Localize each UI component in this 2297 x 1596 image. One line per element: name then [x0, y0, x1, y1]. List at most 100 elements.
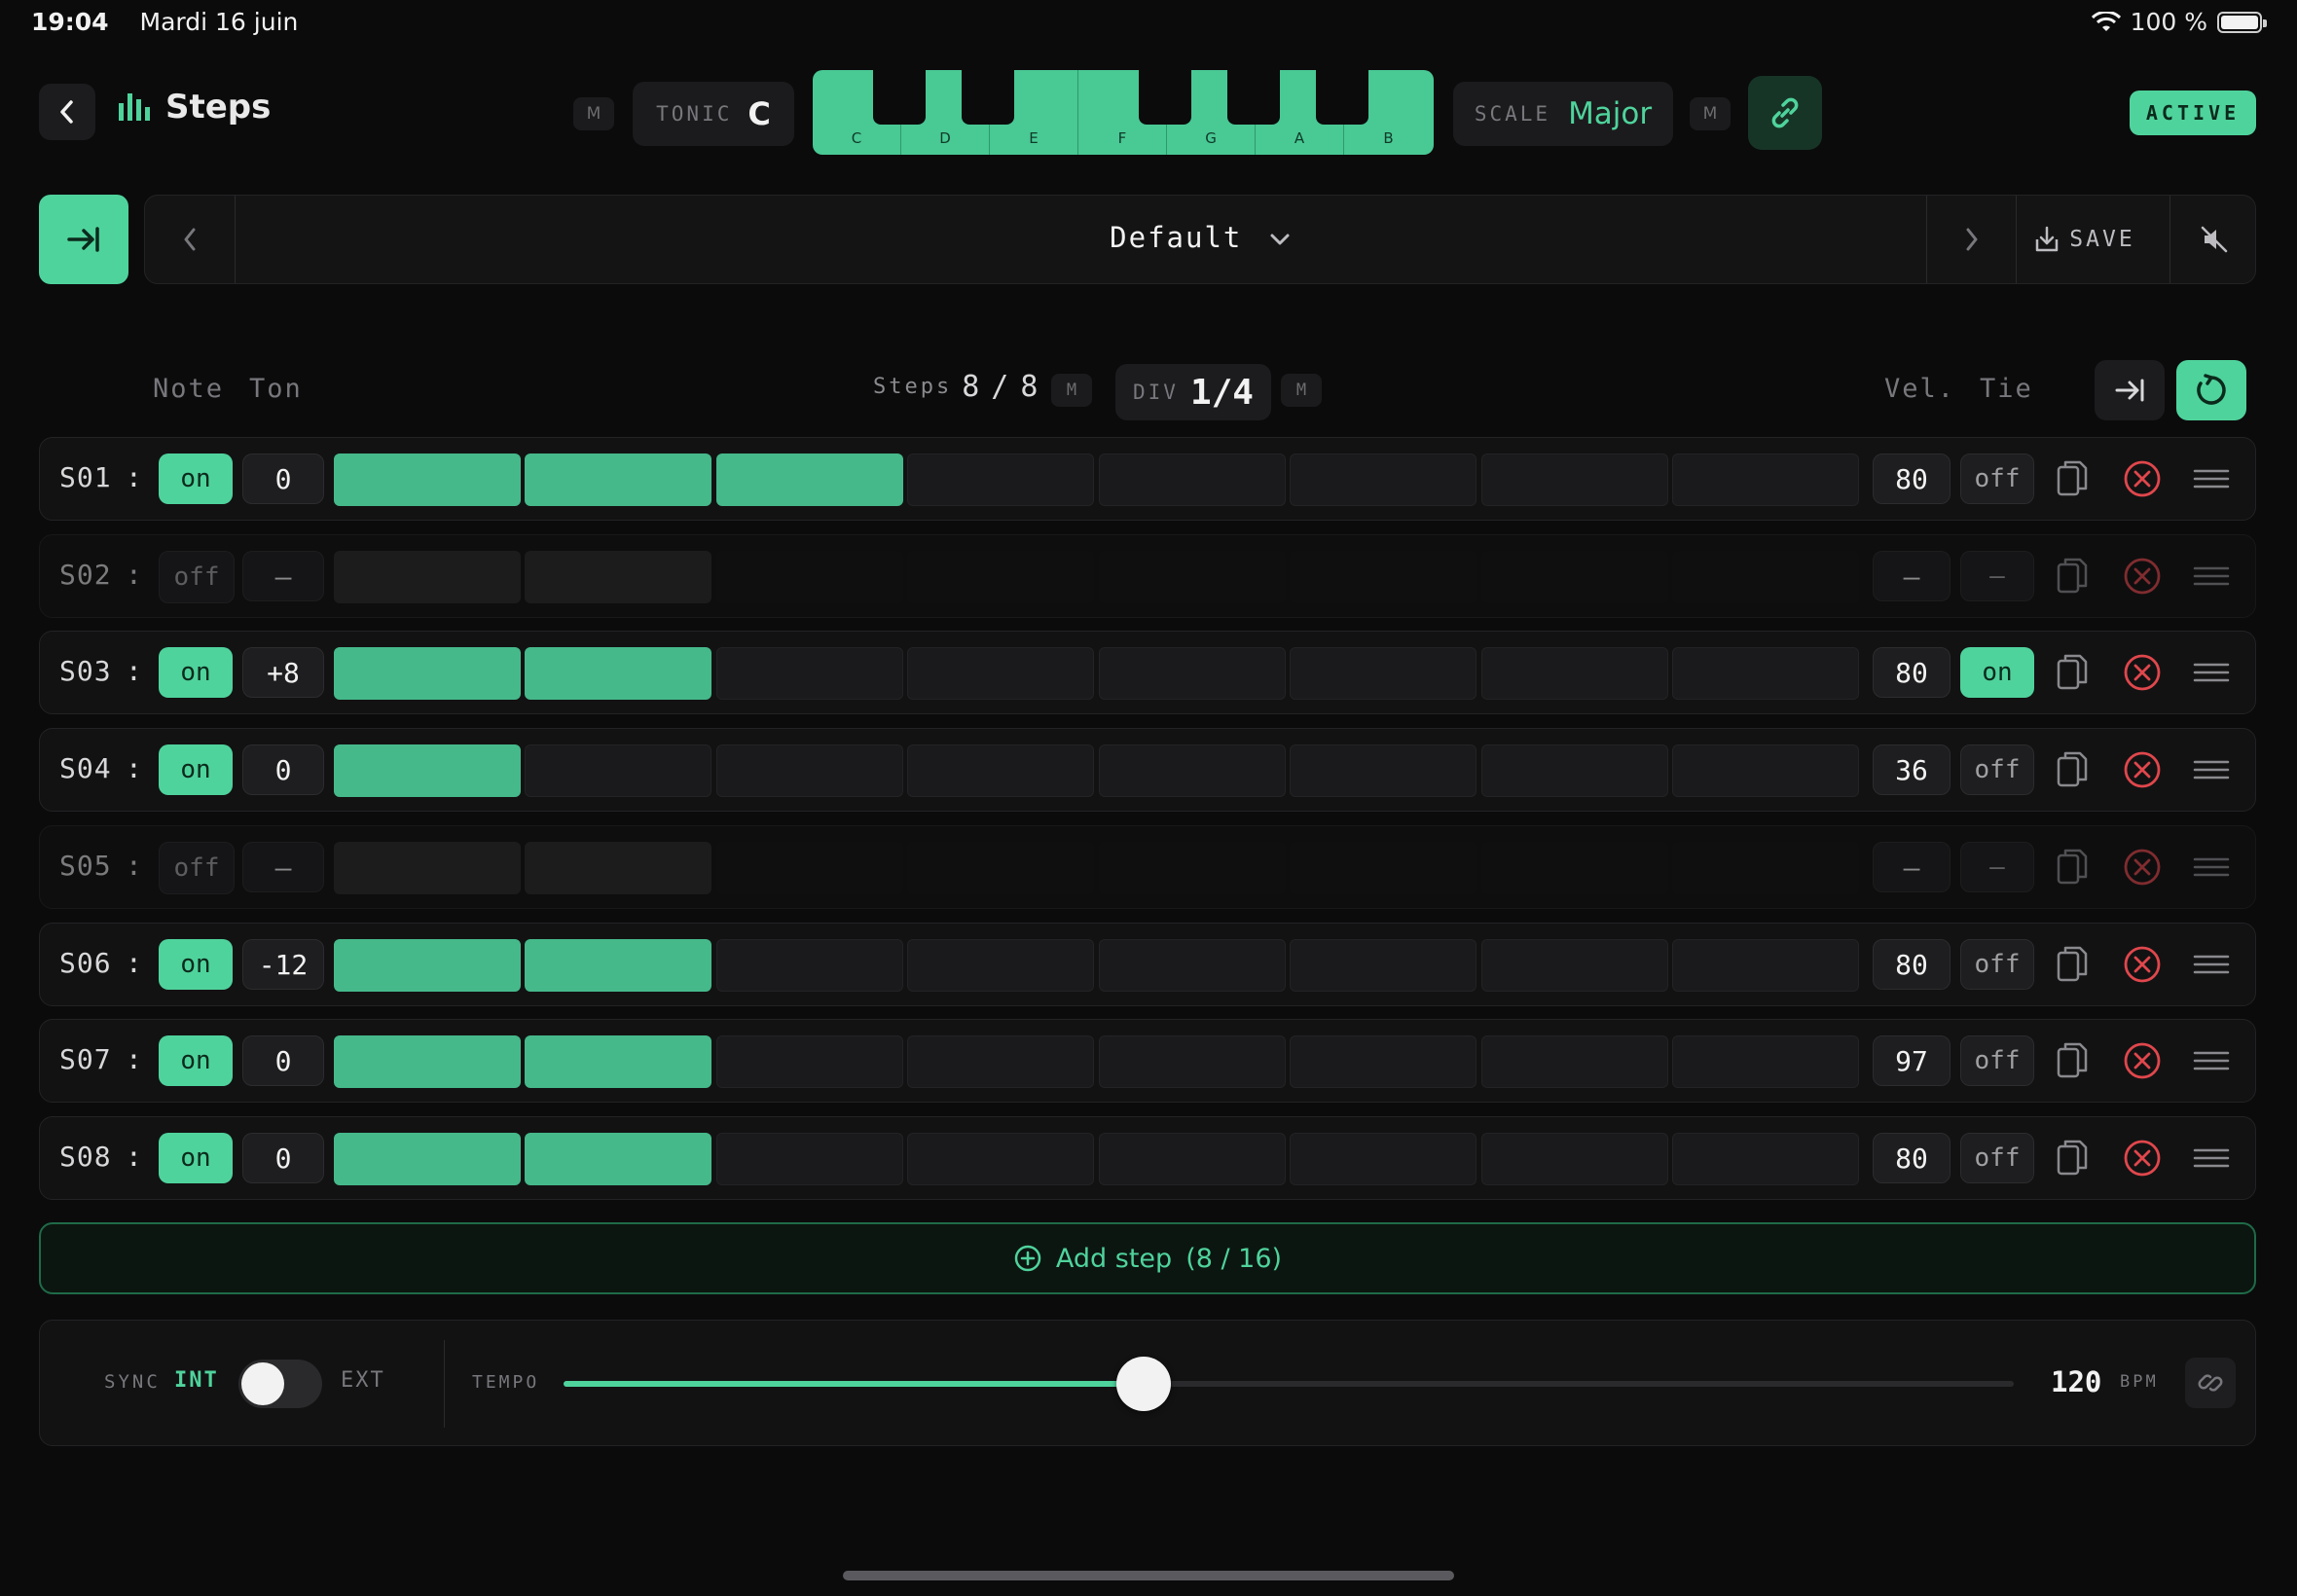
- step-on-toggle[interactable]: on: [159, 647, 233, 698]
- step-velocity[interactable]: –: [1873, 842, 1951, 892]
- tempo-link-button[interactable]: [2185, 1358, 2236, 1408]
- step-length-cell[interactable]: [1480, 1035, 1668, 1088]
- copy-icon[interactable]: [2055, 1137, 2090, 1181]
- drag-handle-icon[interactable]: [2193, 949, 2230, 980]
- scale-selector[interactable]: SCALE Major: [1453, 82, 1673, 146]
- step-length-cell[interactable]: [715, 551, 903, 603]
- step-length-bar[interactable]: [334, 1035, 1865, 1088]
- key-f-sharp[interactable]: [1139, 70, 1191, 125]
- add-step-button[interactable]: Add step (8 / 16): [39, 1222, 2256, 1294]
- sync-toggle[interactable]: [238, 1360, 322, 1408]
- step-tie-toggle[interactable]: off: [1960, 1133, 2034, 1183]
- step-length-cell[interactable]: [1480, 744, 1668, 797]
- step-length-cell[interactable]: [1672, 842, 1860, 894]
- status-badge[interactable]: ACTIVE: [2130, 91, 2256, 135]
- step-velocity[interactable]: –: [1873, 551, 1951, 601]
- step-length-cell[interactable]: [1672, 647, 1860, 700]
- step-length-cell[interactable]: [715, 1035, 903, 1088]
- delete-step-icon[interactable]: [2121, 1137, 2164, 1179]
- copy-icon[interactable]: [2055, 846, 2090, 890]
- delete-step-icon[interactable]: [2121, 651, 2164, 694]
- copy-icon[interactable]: [2055, 943, 2090, 988]
- step-length-cell[interactable]: [525, 842, 712, 894]
- step-length-cell[interactable]: [334, 744, 521, 797]
- step-length-cell[interactable]: [907, 1133, 1095, 1185]
- key-d-sharp[interactable]: [962, 70, 1014, 125]
- step-length-cell[interactable]: [1672, 744, 1860, 797]
- delete-step-icon[interactable]: [2121, 457, 2164, 500]
- step-length-bar[interactable]: [334, 1133, 1865, 1185]
- step-length-cell[interactable]: [525, 1035, 712, 1088]
- key-g-sharp[interactable]: [1227, 70, 1280, 125]
- tonic-selector[interactable]: TONIC C: [633, 82, 794, 146]
- jump-to-end-button[interactable]: [39, 195, 128, 284]
- step-length-cell[interactable]: [1098, 647, 1286, 700]
- step-ton-value[interactable]: 0: [242, 453, 324, 504]
- step-length-cell[interactable]: [907, 1035, 1095, 1088]
- step-velocity[interactable]: 80: [1873, 453, 1951, 504]
- div-mod-button[interactable]: M: [1281, 374, 1322, 407]
- step-length-cell[interactable]: [1290, 1035, 1477, 1088]
- copy-icon[interactable]: [2055, 1039, 2090, 1084]
- step-length-cell[interactable]: [334, 551, 521, 603]
- step-length-cell[interactable]: [334, 842, 521, 894]
- step-length-cell[interactable]: [1480, 647, 1668, 700]
- step-length-cell[interactable]: [1290, 939, 1477, 992]
- step-length-cell[interactable]: [1672, 1133, 1860, 1185]
- step-length-cell[interactable]: [1672, 1035, 1860, 1088]
- step-length-cell[interactable]: [525, 453, 712, 506]
- delete-step-icon[interactable]: [2121, 555, 2164, 598]
- step-tie-toggle[interactable]: off: [1960, 939, 2034, 990]
- step-length-bar[interactable]: [334, 939, 1865, 992]
- mute-button[interactable]: [2169, 196, 2258, 283]
- drag-handle-icon[interactable]: [2193, 754, 2230, 785]
- step-length-bar[interactable]: [334, 842, 1865, 894]
- step-length-cell[interactable]: [1290, 744, 1477, 797]
- step-length-cell[interactable]: [334, 939, 521, 992]
- step-ton-value[interactable]: 0: [242, 1133, 324, 1183]
- copy-icon[interactable]: [2055, 555, 2090, 599]
- step-ton-value[interactable]: –: [242, 842, 324, 892]
- step-tie-toggle[interactable]: on: [1960, 647, 2034, 698]
- step-length-cell[interactable]: [1290, 551, 1477, 603]
- drag-handle-icon[interactable]: [2193, 657, 2230, 688]
- step-length-cell[interactable]: [334, 647, 521, 700]
- step-on-toggle[interactable]: on: [159, 939, 233, 990]
- tempo-slider[interactable]: [564, 1381, 2014, 1387]
- step-ton-value[interactable]: 0: [242, 744, 324, 795]
- step-length-cell[interactable]: [525, 1133, 712, 1185]
- step-length-bar[interactable]: [334, 647, 1865, 700]
- step-length-cell[interactable]: [907, 939, 1095, 992]
- step-length-cell[interactable]: [1098, 1035, 1286, 1088]
- step-length-cell[interactable]: [1672, 453, 1860, 506]
- step-length-cell[interactable]: [907, 744, 1095, 797]
- step-length-cell[interactable]: [715, 1133, 903, 1185]
- delete-step-icon[interactable]: [2121, 748, 2164, 791]
- back-button[interactable]: [39, 84, 95, 140]
- copy-icon[interactable]: [2055, 457, 2090, 502]
- step-length-cell[interactable]: [1098, 939, 1286, 992]
- step-length-cell[interactable]: [907, 551, 1095, 603]
- preset-next-button[interactable]: [1926, 196, 2017, 283]
- sync-ext-label[interactable]: EXT: [341, 1368, 385, 1393]
- scale-mod-button[interactable]: M: [1690, 97, 1731, 130]
- step-length-cell[interactable]: [715, 939, 903, 992]
- step-on-toggle[interactable]: off: [159, 551, 235, 603]
- step-velocity[interactable]: 80: [1873, 939, 1951, 990]
- drag-handle-icon[interactable]: [2193, 463, 2230, 494]
- step-velocity[interactable]: 97: [1873, 1035, 1951, 1086]
- step-tie-toggle[interactable]: –: [1960, 551, 2034, 601]
- step-length-cell[interactable]: [1290, 1133, 1477, 1185]
- step-length-cell[interactable]: [907, 647, 1095, 700]
- step-length-cell[interactable]: [334, 453, 521, 506]
- step-on-toggle[interactable]: on: [159, 453, 233, 504]
- copy-icon[interactable]: [2055, 651, 2090, 696]
- step-length-cell[interactable]: [1290, 453, 1477, 506]
- step-length-cell[interactable]: [715, 647, 903, 700]
- step-on-toggle[interactable]: on: [159, 744, 233, 795]
- step-length-cell[interactable]: [525, 939, 712, 992]
- step-length-cell[interactable]: [1290, 647, 1477, 700]
- step-tie-toggle[interactable]: –: [1960, 842, 2034, 892]
- step-length-cell[interactable]: [334, 1133, 521, 1185]
- step-tie-toggle[interactable]: off: [1960, 744, 2034, 795]
